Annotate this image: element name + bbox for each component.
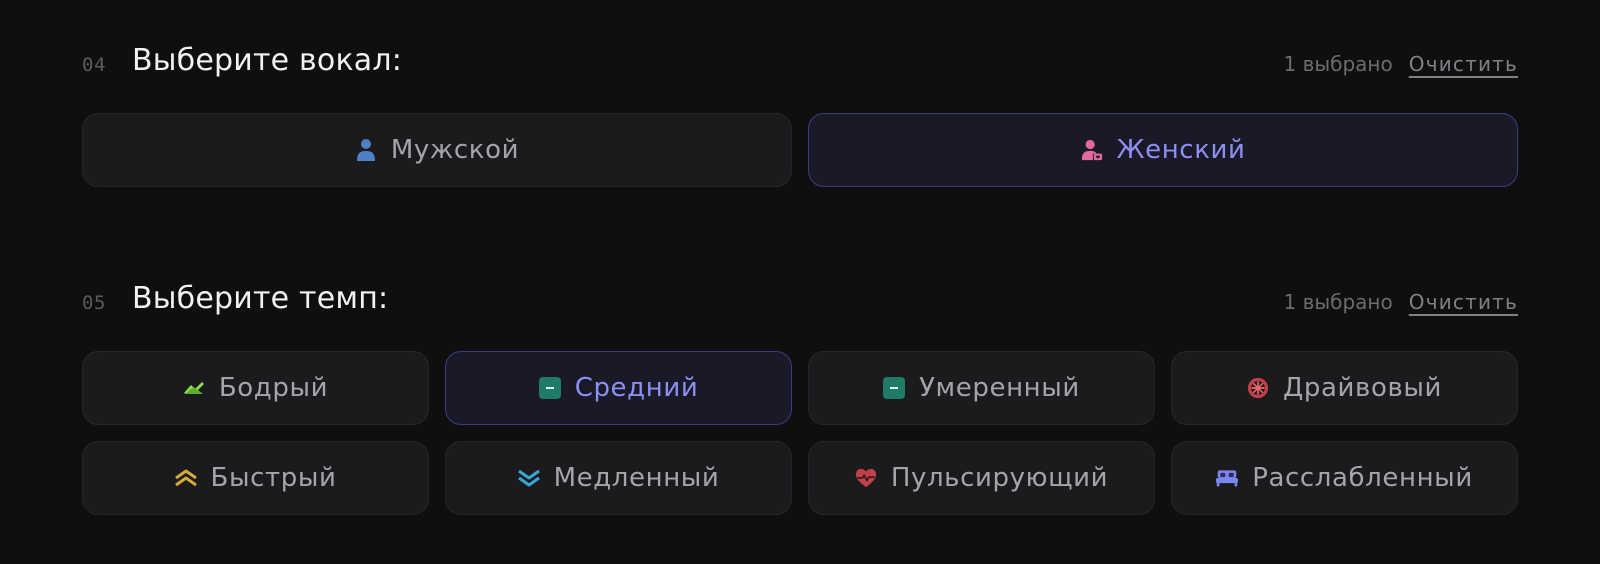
option-label: Расслабленный bbox=[1252, 463, 1473, 493]
minus-square-icon bbox=[538, 377, 561, 399]
section-number: 05 bbox=[82, 292, 106, 314]
option-label: Средний bbox=[574, 373, 699, 403]
vocal-section-header: 04 Выберите вокал: 1 выбрано Очистить bbox=[82, 43, 1518, 83]
clear-button[interactable]: Очистить bbox=[1409, 290, 1518, 314]
option-medlenny[interactable]: Медленный bbox=[445, 441, 792, 515]
option-label: Медленный bbox=[553, 463, 720, 493]
option-bodry[interactable]: Бодрый bbox=[82, 351, 429, 425]
option-male[interactable]: Мужской bbox=[82, 113, 792, 187]
section-meta: 1 выбрано Очистить bbox=[1283, 290, 1518, 314]
double-chevron-up-icon bbox=[174, 467, 197, 489]
heart-pulse-icon bbox=[855, 467, 877, 489]
section-title: Выберите темп: bbox=[132, 281, 389, 316]
option-label: Пульсирующий bbox=[890, 463, 1109, 493]
vocal-section: 04 Выберите вокал: 1 выбрано Очистить Му… bbox=[82, 43, 1518, 187]
option-female[interactable]: Женский bbox=[808, 113, 1518, 187]
option-label: Женский bbox=[1116, 135, 1246, 165]
option-label: Умеренный bbox=[919, 373, 1080, 403]
page: 04 Выберите вокал: 1 выбрано Очистить Му… bbox=[0, 0, 1600, 564]
option-label: Бодрый bbox=[218, 373, 329, 403]
section-number: 04 bbox=[82, 54, 106, 76]
option-sredny[interactable]: Средний bbox=[445, 351, 792, 425]
section-title: Выберите вокал: bbox=[132, 43, 403, 78]
option-umerenny[interactable]: Умеренный bbox=[808, 351, 1155, 425]
double-chevron-down-icon bbox=[517, 467, 540, 489]
option-bystry[interactable]: Быстрый bbox=[82, 441, 429, 515]
option-label: Мужской bbox=[390, 135, 520, 165]
option-rasslablenny[interactable]: Расслабленный bbox=[1171, 441, 1518, 515]
clear-button[interactable]: Очистить bbox=[1409, 52, 1518, 76]
tempo-section-header: 05 Выберите темп: 1 выбрано Очистить bbox=[82, 281, 1518, 321]
tempo-options: Бодрый Средний Умеренный Драйвовый Быстр… bbox=[82, 351, 1518, 515]
selected-count: 1 выбрано bbox=[1283, 52, 1393, 76]
asterisk-circle-icon bbox=[1247, 377, 1269, 399]
option-label: Драйвовый bbox=[1282, 373, 1443, 403]
bed-icon bbox=[1216, 467, 1239, 489]
option-draivovy[interactable]: Драйвовый bbox=[1171, 351, 1518, 425]
upward-trend-icon bbox=[183, 377, 205, 399]
option-label: Быстрый bbox=[210, 463, 337, 493]
female-person-icon bbox=[1081, 139, 1103, 161]
tempo-section: 05 Выберите темп: 1 выбрано Очистить Бод… bbox=[82, 281, 1518, 515]
minus-square-icon bbox=[883, 377, 906, 399]
option-pulsiruyushchy[interactable]: Пульсирующий bbox=[808, 441, 1155, 515]
male-person-icon bbox=[355, 139, 377, 161]
section-meta: 1 выбрано Очистить bbox=[1283, 52, 1518, 76]
vocal-options: Мужской Женский bbox=[82, 113, 1518, 187]
selected-count: 1 выбрано bbox=[1283, 290, 1393, 314]
